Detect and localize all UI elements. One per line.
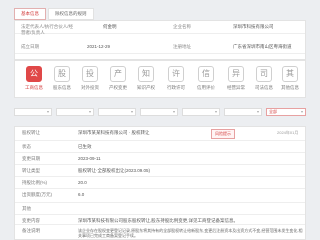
status-label: 状态 xyxy=(22,144,31,149)
status-value: 已生效 xyxy=(78,144,92,149)
nav-label: 经营异常 xyxy=(227,85,245,90)
detail-panel: 股权转让 深圳市某某科技有限公司 · 股权转让 风险提示 2024年01月 状态… xyxy=(14,126,306,240)
property-icon: 产 xyxy=(110,66,126,82)
nav-label: 对外投资 xyxy=(81,85,99,90)
filter-select-1[interactable] xyxy=(14,108,52,116)
nav-item-property[interactable]: 产 产权变更 xyxy=(105,66,131,91)
detail-row-desc: 变更内容 深圳市某科技有限公司股东股权转让,股东持股比例变更,详见工商登记备案信… xyxy=(15,215,305,225)
detail-row-other: 其他 xyxy=(15,203,305,215)
detail-row-type: 转让类型 股权转让·全部股权出让(2023.09.05) xyxy=(15,165,305,177)
nav-item-investment[interactable]: 投 对外投资 xyxy=(77,66,103,91)
date-value: 2023-09-11 xyxy=(78,156,101,161)
name-label: 股权转让 xyxy=(22,130,40,135)
filter-select-6[interactable] xyxy=(224,108,262,116)
detail-row-amount: 出资额度(万元) 6.0 xyxy=(15,189,305,203)
detail-row-date: 变更日期 2023-09-11 xyxy=(15,153,305,165)
detail-row-status: 状态 已生效 xyxy=(15,141,305,153)
risk-badge[interactable]: 风险提示 xyxy=(211,129,235,139)
nav-item-ip[interactable]: 知 知识产权 xyxy=(133,66,159,91)
shareholder-icon: 股 xyxy=(54,66,70,82)
reg-date-value: 2021-12-29 xyxy=(87,44,111,49)
company-name-label: 企业名称 xyxy=(173,24,191,29)
company-name-value: 深圳市科技有限公司 xyxy=(233,24,274,29)
ip-icon: 知 xyxy=(138,66,154,82)
filter-bar: 全部 xyxy=(14,106,306,118)
type-label: 转让类型 xyxy=(22,168,40,173)
top-tabs: 基本信息 除权信息的规则 xyxy=(14,8,94,20)
address-value: 广东省深圳市南山区粤海街道 xyxy=(233,44,292,49)
nav-item-credit[interactable]: 信 信用评价 xyxy=(193,66,219,91)
nav-item-business[interactable]: 公 工商信息 xyxy=(21,66,47,91)
name-value: 深圳市某某科技有限公司 · 股权转让 xyxy=(78,130,150,135)
judicial-icon: 司 xyxy=(256,66,272,82)
category-nav: 公 工商信息 股 股东信息 投 对外投资 产 产权变更 知 知识产权 许 行政许… xyxy=(14,60,306,98)
legal-rep-label: 法定代表人/执行合伙人/经营者/负责人 xyxy=(21,24,73,35)
date-label: 变更日期 xyxy=(22,156,40,161)
nav-label: 其他信息 xyxy=(281,85,299,90)
note-label: 备注说明 xyxy=(22,228,40,233)
nav-item-judicial[interactable]: 司 司法信息 xyxy=(251,66,277,91)
nav-item-other[interactable]: 其 其他信息 xyxy=(277,66,303,91)
basic-info-panel: 法定代表人/执行合伙人/经营者/负责人 何金明 企业名称 深圳市科技有限公司 成… xyxy=(14,20,306,60)
amount-label: 出资额度(万元) xyxy=(22,192,52,197)
nav-item-abnormal[interactable]: 异 经营异常 xyxy=(223,66,249,91)
nav-label: 信用评价 xyxy=(197,85,215,90)
detail-row-name: 股权转让 深圳市某某科技有限公司 · 股权转让 风险提示 2024年01月 xyxy=(15,127,305,141)
desc-label: 变更内容 xyxy=(22,218,40,223)
legal-rep-value: 何金明 xyxy=(103,24,117,29)
reg-date-label: 成立日期 xyxy=(21,44,39,49)
type-value: 股权转让·全部股权出让(2023.09.05) xyxy=(78,168,151,173)
nav-item-license[interactable]: 许 行政许可 xyxy=(163,66,189,91)
address-label: 注册地址 xyxy=(173,44,191,49)
nav-label: 产权变更 xyxy=(109,85,127,90)
abnormal-icon: 异 xyxy=(228,66,244,82)
other-label: 其他 xyxy=(22,206,31,211)
filter-select-7[interactable]: 全部 xyxy=(266,108,306,116)
detail-row-ratio: 持股比例(%) 20.0 xyxy=(15,177,305,189)
detail-row-note: 备注说明 该企业存在股权变更登记记录,原股东将其持有的全部股权转让给新股东,变更… xyxy=(15,225,305,240)
tab-basic-info[interactable]: 基本信息 xyxy=(14,8,46,20)
nav-item-shareholder[interactable]: 股 股东信息 xyxy=(49,66,75,91)
nav-label: 股东信息 xyxy=(53,85,71,90)
amount-value: 6.0 xyxy=(78,192,85,197)
desc-value: 深圳市某科技有限公司股东股权转让,股东持股比例变更,详见工商登记备案信息。 xyxy=(78,218,238,223)
nav-label: 行政许可 xyxy=(167,85,185,90)
nav-label: 工商信息 xyxy=(25,85,43,90)
other-icon: 其 xyxy=(282,66,298,82)
nav-label: 知识产权 xyxy=(137,85,155,90)
ratio-label: 持股比例(%) xyxy=(22,180,47,185)
basic-row-2: 成立日期 2021-12-29 注册地址 广东省深圳市南山区粤海街道 xyxy=(15,41,305,54)
filter-select-2[interactable] xyxy=(56,108,94,116)
license-icon: 许 xyxy=(168,66,184,82)
filter-select-4[interactable] xyxy=(140,108,178,116)
nav-label: 司法信息 xyxy=(255,85,273,90)
credit-icon: 信 xyxy=(198,66,214,82)
note-value: 该企业存在股权变更登记记录,原股东将其持有的全部股权转让给新股东,变更后注册资本… xyxy=(78,228,303,238)
date-right: 2024年01月 xyxy=(277,130,299,135)
investment-icon: 投 xyxy=(82,66,98,82)
ratio-value: 20.0 xyxy=(78,180,87,185)
tab-rules[interactable]: 除权信息的规则 xyxy=(48,8,94,20)
filter-select-5[interactable] xyxy=(182,108,220,116)
filter-select-3[interactable] xyxy=(98,108,136,116)
basic-row-1: 法定代表人/执行合伙人/经营者/负责人 何金明 企业名称 深圳市科技有限公司 xyxy=(15,21,305,35)
business-icon: 公 xyxy=(26,66,42,82)
